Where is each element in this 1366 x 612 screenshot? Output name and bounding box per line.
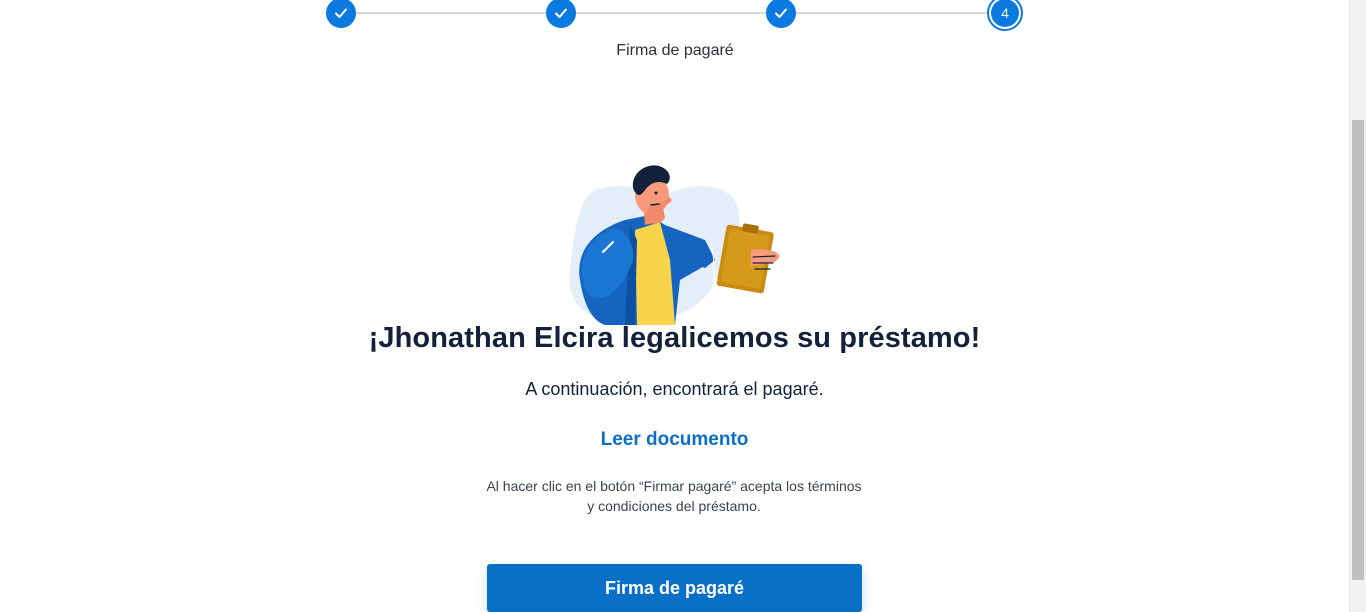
- step-number: 4: [991, 0, 1019, 27]
- page-subtitle: A continuación, encontrará el pagaré.: [525, 379, 824, 399]
- step-2-completed: [546, 0, 576, 28]
- loan-signature-page: 4 Firma de pagaré ¡Jhonathan Elcira lega…: [0, 0, 1349, 612]
- stepper-connector: [561, 12, 781, 14]
- step-3-completed: [766, 0, 796, 28]
- terms-notice: Al hacer clic en el botón “Firmar pagaré…: [474, 476, 874, 516]
- check-icon: [555, 8, 567, 18]
- scrollbar-thumb[interactable]: [1352, 120, 1364, 580]
- stepper-connector: [341, 12, 561, 14]
- step-1-completed: [326, 0, 356, 28]
- stepper-connector: [781, 12, 991, 14]
- progress-stepper: 4 Firma de pagaré: [0, 0, 1349, 70]
- current-step-label: Firma de pagaré: [616, 42, 734, 59]
- check-icon: [775, 8, 787, 18]
- sign-promissory-note-button[interactable]: Firma de pagaré: [487, 564, 862, 612]
- step-4-current: 4: [987, 0, 1023, 31]
- person-reading-clipboard-illustration: [555, 160, 795, 325]
- page-title: ¡Jhonathan Elcira legalicemos su préstam…: [368, 322, 981, 354]
- vertical-scrollbar[interactable]: [1349, 0, 1366, 612]
- check-icon: [335, 8, 347, 18]
- read-document-link[interactable]: Leer documento: [0, 429, 1349, 451]
- terms-line-2: y condiciones del préstamo.: [587, 498, 761, 514]
- terms-line-1: Al hacer clic en el botón “Firmar pagaré…: [486, 478, 862, 494]
